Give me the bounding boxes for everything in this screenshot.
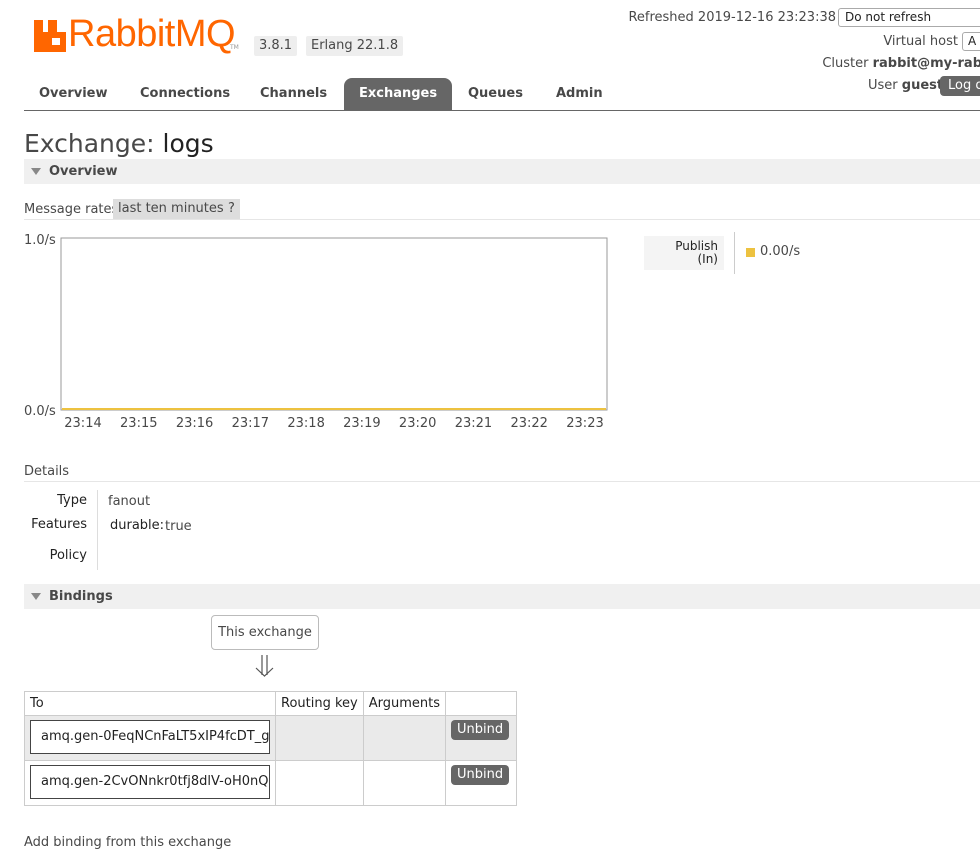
features-name: durable: [110, 518, 165, 533]
x-tick-label: 23:19 [343, 416, 380, 431]
rabbitmq-logo: RabbitMQ TM [34, 13, 244, 56]
actions-cell: Unbind [445, 715, 518, 761]
x-tick-label: 23:22 [510, 416, 547, 431]
overview-section-toggle[interactable]: Overview [24, 159, 980, 184]
queue-link[interactable]: amq.gen-2CvONnkr0tfj8dlV-oH0nQ [30, 765, 270, 799]
unbind-button[interactable]: Unbind [451, 720, 510, 740]
tab-channels[interactable]: Channels [245, 78, 342, 110]
x-tick-label: 23:23 [566, 416, 603, 431]
rabbit-logo-icon [34, 20, 66, 52]
details-label: Details [24, 464, 70, 479]
legend-divider [734, 232, 735, 274]
column-header-routing-key: Routing key [275, 691, 364, 716]
features-key: Features [31, 517, 87, 532]
x-tick-label: 23:20 [399, 416, 436, 431]
routing-key-cell [275, 760, 364, 806]
tab-exchanges[interactable]: Exchanges [344, 78, 453, 110]
collapse-triangle-icon [31, 593, 41, 600]
divider [24, 481, 980, 482]
queue-link[interactable]: amq.gen-0FeqNCnFaLT5xIP4fcDT_g [30, 720, 270, 754]
features-value: true [165, 519, 192, 534]
column-header-arguments: Arguments [362, 691, 447, 716]
table-row: amq.gen-2CvONnkr0tfj8dlV-oH0nQ Unbind [24, 760, 518, 806]
logo-text: RabbitMQ [68, 13, 236, 55]
legend-value: 0.00/s [760, 244, 801, 259]
x-tick-label: 23:17 [232, 416, 269, 431]
y-tick-label: 1.0/s [24, 233, 56, 248]
binding-destination-cell: amq.gen-0FeqNCnFaLT5xIP4fcDT_g [24, 715, 276, 761]
exchange-name: logs [162, 129, 214, 158]
bindings-header-row: To Routing key Arguments [24, 691, 518, 716]
column-header-actions [445, 691, 518, 716]
collapse-triangle-icon [31, 168, 41, 175]
binding-destination-cell: amq.gen-2CvONnkr0tfj8dlV-oH0nQ [24, 760, 276, 806]
tab-overview[interactable]: Overview [24, 78, 123, 110]
tab-queues[interactable]: Queues [453, 78, 538, 110]
virtual-host-select[interactable]: A [962, 32, 980, 51]
column-header-to: To [24, 691, 276, 716]
message-rates-chart: 1.0/s 0.0/s 23:14 23:15 23:16 23:17 23:18 23:1… [24, 230, 624, 440]
overview-section-label: Overview [49, 164, 118, 179]
main-nav-tabs: Overview Connections Channels Exchanges … [24, 78, 980, 111]
bindings-table: To Routing key Arguments amq.gen-0FeqNCn… [24, 691, 518, 806]
this-exchange-box: This exchange [211, 615, 319, 650]
legend-label: Publish (In) [644, 236, 724, 270]
rates-range-selector[interactable]: last ten minutes [113, 199, 229, 219]
x-tick-label: 23:15 [120, 416, 157, 431]
routing-key-cell [275, 715, 364, 761]
erlang-badge: Erlang 22.1.8 [306, 36, 404, 56]
x-tick-label: 23:21 [455, 416, 492, 431]
table-row: amq.gen-0FeqNCnFaLT5xIP4fcDT_g Unbind [24, 715, 518, 761]
unbind-button[interactable]: Unbind [451, 765, 510, 785]
version-badge: 3.8.1 [254, 36, 298, 56]
details-divider [97, 490, 98, 570]
type-key: Type [57, 493, 87, 508]
x-tick-label: 23:16 [176, 416, 213, 431]
page-title: Exchange: logs [24, 129, 214, 158]
logo-tm: TM [230, 44, 239, 51]
legend-swatch [746, 248, 755, 257]
x-tick-label: 23:18 [287, 416, 324, 431]
bindings-section-toggle[interactable]: Bindings [24, 584, 980, 609]
actions-cell: Unbind [445, 760, 518, 806]
help-button[interactable]: ? [223, 199, 240, 219]
bindings-section-label: Bindings [49, 589, 113, 604]
down-arrow-icon [255, 655, 274, 677]
y-tick-label: 0.0/s [24, 404, 56, 419]
cluster-label: Cluster [822, 56, 869, 71]
tab-connections[interactable]: Connections [125, 78, 245, 110]
refreshed-timestamp: Refreshed 2019-12-16 23:23:38 [628, 10, 836, 25]
arguments-cell [362, 715, 447, 761]
x-tick-label: 23:14 [64, 416, 101, 431]
type-value: fanout [108, 494, 151, 509]
message-rates-label: Message rates [24, 202, 119, 217]
legend-label-line2: (In) [697, 252, 718, 266]
tab-admin[interactable]: Admin [541, 78, 618, 110]
cluster-name: rabbit@my-rab [872, 56, 980, 71]
virtual-host-label: Virtual host [883, 34, 958, 49]
divider [24, 219, 980, 220]
chart-plot-area [60, 237, 608, 411]
page-title-prefix: Exchange: [24, 129, 155, 158]
chart-svg: 1.0/s 0.0/s 23:14 23:15 23:16 23:17 23:18 23:1… [24, 233, 608, 431]
refresh-interval-select[interactable]: Do not refresh [838, 8, 980, 27]
arguments-cell [362, 760, 447, 806]
policy-key: Policy [49, 548, 87, 563]
cluster-info: Cluster rabbit@my-rab [822, 56, 980, 71]
